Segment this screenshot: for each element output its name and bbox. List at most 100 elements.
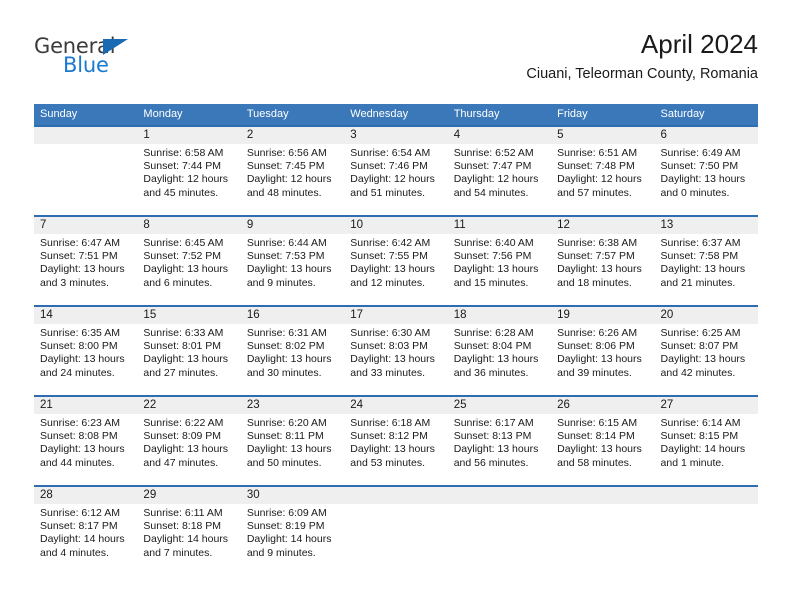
day-number: 4 bbox=[453, 129, 461, 141]
day-cell[interactable]: 21 Sunrise: 6:23 AM Sunset: 8:08 PM Dayl… bbox=[34, 397, 138, 485]
day-cell[interactable]: 4 Sunrise: 6:52 AM Sunset: 7:47 PM Dayli… bbox=[447, 127, 552, 215]
day-cell bbox=[551, 487, 655, 582]
daylight-text-line2: and 51 minutes. bbox=[350, 186, 425, 199]
day-details bbox=[34, 144, 137, 147]
day-details: Sunrise: 6:18 AM Sunset: 8:12 PM Dayligh… bbox=[344, 414, 447, 470]
weekday-header-tuesday: Tuesday bbox=[246, 108, 289, 120]
daylight-text-line2: and 47 minutes. bbox=[143, 456, 219, 469]
day-details bbox=[344, 504, 447, 507]
day-details: Sunrise: 6:37 AM Sunset: 7:58 PM Dayligh… bbox=[655, 234, 758, 290]
day-cell[interactable]: 24 Sunrise: 6:18 AM Sunset: 8:12 PM Dayl… bbox=[344, 397, 448, 485]
sunset-text: Sunset: 8:03 PM bbox=[350, 340, 428, 353]
weekday-header-monday: Monday bbox=[143, 108, 183, 120]
day-cell[interactable]: 22 Sunrise: 6:22 AM Sunset: 8:09 PM Dayl… bbox=[137, 397, 241, 485]
day-number: 5 bbox=[557, 129, 564, 141]
day-cell[interactable]: 2 Sunrise: 6:56 AM Sunset: 7:45 PM Dayli… bbox=[240, 127, 345, 215]
day-details: Sunrise: 6:45 AM Sunset: 7:52 PM Dayligh… bbox=[137, 234, 240, 290]
sunrise-text: Sunrise: 6:28 AM bbox=[453, 327, 534, 339]
day-details bbox=[448, 504, 551, 507]
day-cell[interactable]: 5 Sunrise: 6:51 AM Sunset: 7:48 PM Dayli… bbox=[551, 127, 655, 215]
day-number: 10 bbox=[350, 219, 364, 231]
daylight-text-line2: and 15 minutes. bbox=[453, 276, 529, 289]
day-number: 7 bbox=[40, 219, 47, 231]
day-cell[interactable]: 20 Sunrise: 6:25 AM Sunset: 8:07 PM Dayl… bbox=[654, 307, 758, 395]
sunrise-text: Sunrise: 6:25 AM bbox=[660, 327, 741, 339]
daylight-text-line2: and 42 minutes. bbox=[660, 366, 736, 379]
daylight-text-line2: and 4 minutes. bbox=[40, 546, 109, 559]
day-cell[interactable]: 29 Sunrise: 6:11 AM Sunset: 8:18 PM Dayl… bbox=[137, 487, 241, 582]
day-details: Sunrise: 6:58 AM Sunset: 7:44 PM Dayligh… bbox=[137, 144, 240, 200]
day-details: Sunrise: 6:12 AM Sunset: 8:17 PM Dayligh… bbox=[34, 504, 137, 560]
sunset-text: Sunset: 8:04 PM bbox=[453, 340, 532, 353]
weekday-header-saturday: Saturday bbox=[660, 108, 705, 120]
sunrise-text: Sunrise: 6:11 AM bbox=[143, 507, 223, 519]
sunrise-text: Sunrise: 6:40 AM bbox=[453, 237, 534, 249]
daylight-text-line2: and 36 minutes. bbox=[453, 366, 529, 379]
daylight-text-line1: Daylight: 13 hours bbox=[246, 263, 332, 276]
daylight-text-line2: and 54 minutes. bbox=[453, 186, 529, 199]
day-cell[interactable]: 25 Sunrise: 6:17 AM Sunset: 8:13 PM Dayl… bbox=[447, 397, 552, 485]
day-cell[interactable]: 15 Sunrise: 6:33 AM Sunset: 8:01 PM Dayl… bbox=[137, 307, 241, 395]
sunset-text: Sunset: 7:45 PM bbox=[246, 160, 325, 173]
day-details: Sunrise: 6:40 AM Sunset: 7:56 PM Dayligh… bbox=[448, 234, 551, 290]
day-cell[interactable]: 14 Sunrise: 6:35 AM Sunset: 8:00 PM Dayl… bbox=[34, 307, 138, 395]
sunrise-text: Sunrise: 6:23 AM bbox=[40, 417, 120, 429]
sunrise-text: Sunrise: 6:58 AM bbox=[143, 147, 224, 159]
page-subtitle: Ciuani, Teleorman County, Romania bbox=[526, 65, 758, 82]
daylight-text-line1: Daylight: 12 hours bbox=[246, 173, 332, 186]
day-number: 1 bbox=[143, 129, 150, 141]
day-number: 23 bbox=[246, 399, 260, 411]
page-title: April 2024 bbox=[640, 29, 758, 59]
day-cell[interactable]: 12 Sunrise: 6:38 AM Sunset: 7:57 PM Dayl… bbox=[551, 217, 655, 305]
day-cell[interactable]: 1 Sunrise: 6:58 AM Sunset: 7:44 PM Dayli… bbox=[137, 127, 241, 215]
daylight-text-line1: Daylight: 14 hours bbox=[143, 533, 229, 546]
daylight-text-line2: and 7 minutes. bbox=[143, 546, 213, 559]
day-cell[interactable]: 11 Sunrise: 6:40 AM Sunset: 7:56 PM Dayl… bbox=[447, 217, 552, 305]
sunset-text: Sunset: 8:19 PM bbox=[246, 520, 325, 533]
day-cell bbox=[447, 487, 552, 582]
day-cell[interactable]: 23 Sunrise: 6:20 AM Sunset: 8:11 PM Dayl… bbox=[240, 397, 345, 485]
day-cell[interactable]: 8 Sunrise: 6:45 AM Sunset: 7:52 PM Dayli… bbox=[137, 217, 241, 305]
day-cell[interactable]: 3 Sunrise: 6:54 AM Sunset: 7:46 PM Dayli… bbox=[344, 127, 448, 215]
daylight-text-line1: Daylight: 13 hours bbox=[660, 173, 746, 186]
day-cell[interactable]: 18 Sunrise: 6:28 AM Sunset: 8:04 PM Dayl… bbox=[447, 307, 552, 395]
daylight-text-line2: and 27 minutes. bbox=[143, 366, 219, 379]
day-cell[interactable]: 26 Sunrise: 6:15 AM Sunset: 8:14 PM Dayl… bbox=[551, 397, 655, 485]
day-details: Sunrise: 6:26 AM Sunset: 8:06 PM Dayligh… bbox=[551, 324, 654, 380]
sunrise-text: Sunrise: 6:12 AM bbox=[40, 507, 120, 519]
day-cell[interactable]: 7 Sunrise: 6:47 AM Sunset: 7:51 PM Dayli… bbox=[34, 217, 138, 305]
daylight-text-line1: Daylight: 13 hours bbox=[557, 443, 642, 456]
day-cell[interactable]: 6 Sunrise: 6:49 AM Sunset: 7:50 PM Dayli… bbox=[654, 127, 758, 215]
day-number: 17 bbox=[350, 309, 364, 321]
day-cell[interactable]: 28 Sunrise: 6:12 AM Sunset: 8:17 PM Dayl… bbox=[34, 487, 138, 582]
day-number: 19 bbox=[557, 309, 570, 321]
sunrise-text: Sunrise: 6:15 AM bbox=[557, 417, 638, 429]
weekday-header-wednesday: Wednesday bbox=[350, 108, 409, 120]
day-cell[interactable]: 9 Sunrise: 6:44 AM Sunset: 7:53 PM Dayli… bbox=[240, 217, 345, 305]
day-number: 20 bbox=[660, 309, 674, 321]
day-number: 2 bbox=[246, 129, 254, 141]
day-number: 21 bbox=[40, 399, 53, 411]
sunset-text: Sunset: 7:52 PM bbox=[143, 250, 222, 263]
daylight-text-line2: and 6 minutes. bbox=[143, 276, 213, 289]
daylight-text-line2: and 50 minutes. bbox=[246, 456, 322, 469]
generalblue-logo[interactable]: General Blue bbox=[34, 36, 164, 84]
day-number: 25 bbox=[453, 399, 467, 411]
day-cell[interactable]: 19 Sunrise: 6:26 AM Sunset: 8:06 PM Dayl… bbox=[551, 307, 655, 395]
day-cell[interactable]: 17 Sunrise: 6:30 AM Sunset: 8:03 PM Dayl… bbox=[344, 307, 448, 395]
day-cell[interactable]: 30 Sunrise: 6:09 AM Sunset: 8:19 PM Dayl… bbox=[240, 487, 345, 582]
daylight-text-line2: and 30 minutes. bbox=[246, 366, 322, 379]
sunset-text: Sunset: 7:55 PM bbox=[350, 250, 428, 263]
day-cell[interactable]: 27 Sunrise: 6:14 AM Sunset: 8:15 PM Dayl… bbox=[654, 397, 758, 485]
day-cell[interactable]: 16 Sunrise: 6:31 AM Sunset: 8:02 PM Dayl… bbox=[240, 307, 345, 395]
day-number: 9 bbox=[246, 219, 254, 231]
day-number: 24 bbox=[350, 399, 364, 411]
day-cell[interactable]: 13 Sunrise: 6:37 AM Sunset: 7:58 PM Dayl… bbox=[654, 217, 758, 305]
sunset-text: Sunset: 8:13 PM bbox=[453, 430, 532, 443]
day-cell[interactable]: 10 Sunrise: 6:42 AM Sunset: 7:55 PM Dayl… bbox=[344, 217, 448, 305]
daylight-text-line1: Daylight: 13 hours bbox=[453, 443, 539, 456]
daylight-text-line1: Daylight: 12 hours bbox=[350, 173, 435, 186]
sunrise-text: Sunrise: 6:33 AM bbox=[143, 327, 224, 339]
daylight-text-line1: Daylight: 13 hours bbox=[453, 353, 539, 366]
calendar-week-row: 1 Sunrise: 6:58 AM Sunset: 7:44 PM Dayli… bbox=[34, 125, 758, 215]
